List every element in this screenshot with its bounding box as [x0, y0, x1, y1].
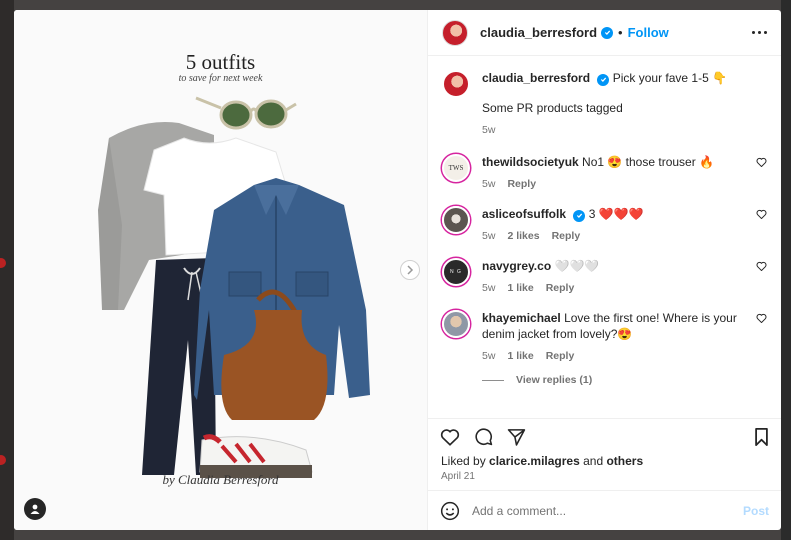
- collage-signature: by Claudia Berresford: [162, 472, 279, 487]
- comment-item: khayemichael Love the first one! Where i…: [442, 310, 767, 364]
- verified-badge-icon: [573, 209, 586, 222]
- avatar[interactable]: [442, 310, 470, 338]
- post-side-panel: claudia_berresford • Follow claudia_berr…: [428, 10, 781, 530]
- add-comment-bar: Post: [428, 490, 781, 530]
- comments-list[interactable]: claudia_berresford Pick your fave 1-5 👇 …: [428, 56, 781, 418]
- likes-summary: Liked by clarice.milagres and others: [428, 454, 781, 468]
- avatar[interactable]: [442, 19, 468, 46]
- comment-item: N G navygrey.co 🤍🤍🤍 5w 1 like Reply: [442, 258, 767, 296]
- like-comment-heart-icon[interactable]: [756, 313, 767, 323]
- liked-by-user[interactable]: clarice.milagres: [489, 454, 580, 468]
- next-slide-button[interactable]: [400, 260, 420, 280]
- follow-button[interactable]: Follow: [628, 25, 669, 40]
- reply-button[interactable]: Reply: [507, 176, 536, 192]
- comment-text: No1 😍 those trouser 🔥: [582, 155, 714, 169]
- avatar[interactable]: [442, 70, 470, 98]
- caption-tagged-text: Some PR products tagged: [482, 101, 623, 115]
- caption-username[interactable]: claudia_berresford: [482, 71, 590, 85]
- avatar[interactable]: [442, 206, 470, 234]
- verified-badge-icon: [597, 73, 610, 86]
- reply-button[interactable]: Reply: [546, 280, 575, 296]
- like-comment-heart-icon[interactable]: [756, 261, 767, 271]
- comment-text: 🤍🤍🤍: [554, 259, 600, 273]
- comment-age: 5w: [482, 178, 496, 190]
- header-username[interactable]: claudia_berresford: [480, 25, 597, 40]
- comment-likes[interactable]: 1 like: [507, 348, 533, 364]
- comment-username[interactable]: asliceofsuffolk: [482, 207, 566, 221]
- header-separator: •: [618, 25, 623, 40]
- liked-by-others[interactable]: others: [606, 454, 643, 468]
- comment-age: 5w: [482, 282, 496, 294]
- background-notification-dot: [0, 258, 6, 268]
- comment-item: asliceofsuffolk 3 ❤️❤️❤️ 5w 2 likes Repl…: [442, 206, 767, 244]
- post-media: 5 outfits to save for next week by Claud…: [14, 10, 428, 530]
- comment-input[interactable]: [472, 503, 743, 518]
- save-button[interactable]: [754, 427, 769, 446]
- collage-subtitle: to save for next week: [178, 73, 263, 84]
- post-header: claudia_berresford • Follow: [428, 10, 781, 56]
- user-icon: [30, 504, 40, 514]
- replies-divider: [482, 379, 504, 381]
- caption-age: 5w: [482, 124, 496, 136]
- comment-button[interactable]: [474, 427, 493, 446]
- comment-bubble-icon: [475, 428, 493, 446]
- likes-prefix: Liked by: [441, 454, 490, 468]
- comment-text: 3 ❤️❤️❤️: [588, 207, 644, 221]
- like-button[interactable]: [440, 428, 460, 446]
- post-modal: 5 outfits to save for next week by Claud…: [14, 10, 781, 530]
- send-icon: [507, 428, 526, 446]
- post-date[interactable]: April 21: [428, 468, 781, 482]
- post-comment-button[interactable]: Post: [743, 504, 769, 518]
- like-comment-heart-icon[interactable]: [756, 157, 767, 167]
- tagged-users-button[interactable]: [24, 498, 46, 520]
- like-comment-heart-icon[interactable]: [756, 209, 767, 219]
- background-notification-dot: [0, 455, 6, 465]
- likes-middle: and: [579, 454, 607, 468]
- bookmark-icon: [755, 427, 768, 446]
- comment-likes[interactable]: 2 likes: [507, 228, 539, 244]
- comment-username[interactable]: navygrey.co: [482, 259, 551, 273]
- post-actions-bar: [428, 418, 781, 454]
- emoji-icon[interactable]: [440, 501, 460, 521]
- comment-likes[interactable]: 1 like: [507, 280, 533, 296]
- avatar[interactable]: TWS: [442, 154, 470, 182]
- reply-button[interactable]: Reply: [552, 228, 581, 244]
- comment-username[interactable]: khayemichael: [482, 311, 561, 325]
- verified-badge-icon: [601, 26, 614, 39]
- comment-age: 5w: [482, 230, 496, 242]
- sunglasses-image: [195, 96, 297, 130]
- outfit-collage-image: [98, 96, 370, 478]
- avatar[interactable]: N G: [442, 258, 470, 286]
- view-replies-label: View replies (1): [516, 374, 593, 386]
- chevron-right-icon: [407, 265, 414, 275]
- comment-age: 5w: [482, 350, 496, 362]
- caption-text: Pick your fave 1-5 👇: [612, 71, 728, 85]
- more-options-icon[interactable]: [752, 31, 767, 34]
- heart-icon: [440, 428, 460, 446]
- post-caption: claudia_berresford Pick your fave 1-5 👇 …: [442, 70, 767, 138]
- reply-button[interactable]: Reply: [546, 348, 575, 364]
- comment-item: TWS thewildsocietyuk No1 😍 those trouser…: [442, 154, 767, 192]
- view-replies-button[interactable]: View replies (1): [482, 374, 767, 386]
- comment-username[interactable]: thewildsocietyuk: [482, 155, 579, 169]
- share-button[interactable]: [507, 428, 526, 446]
- collage-title: 5 outfits: [185, 50, 256, 74]
